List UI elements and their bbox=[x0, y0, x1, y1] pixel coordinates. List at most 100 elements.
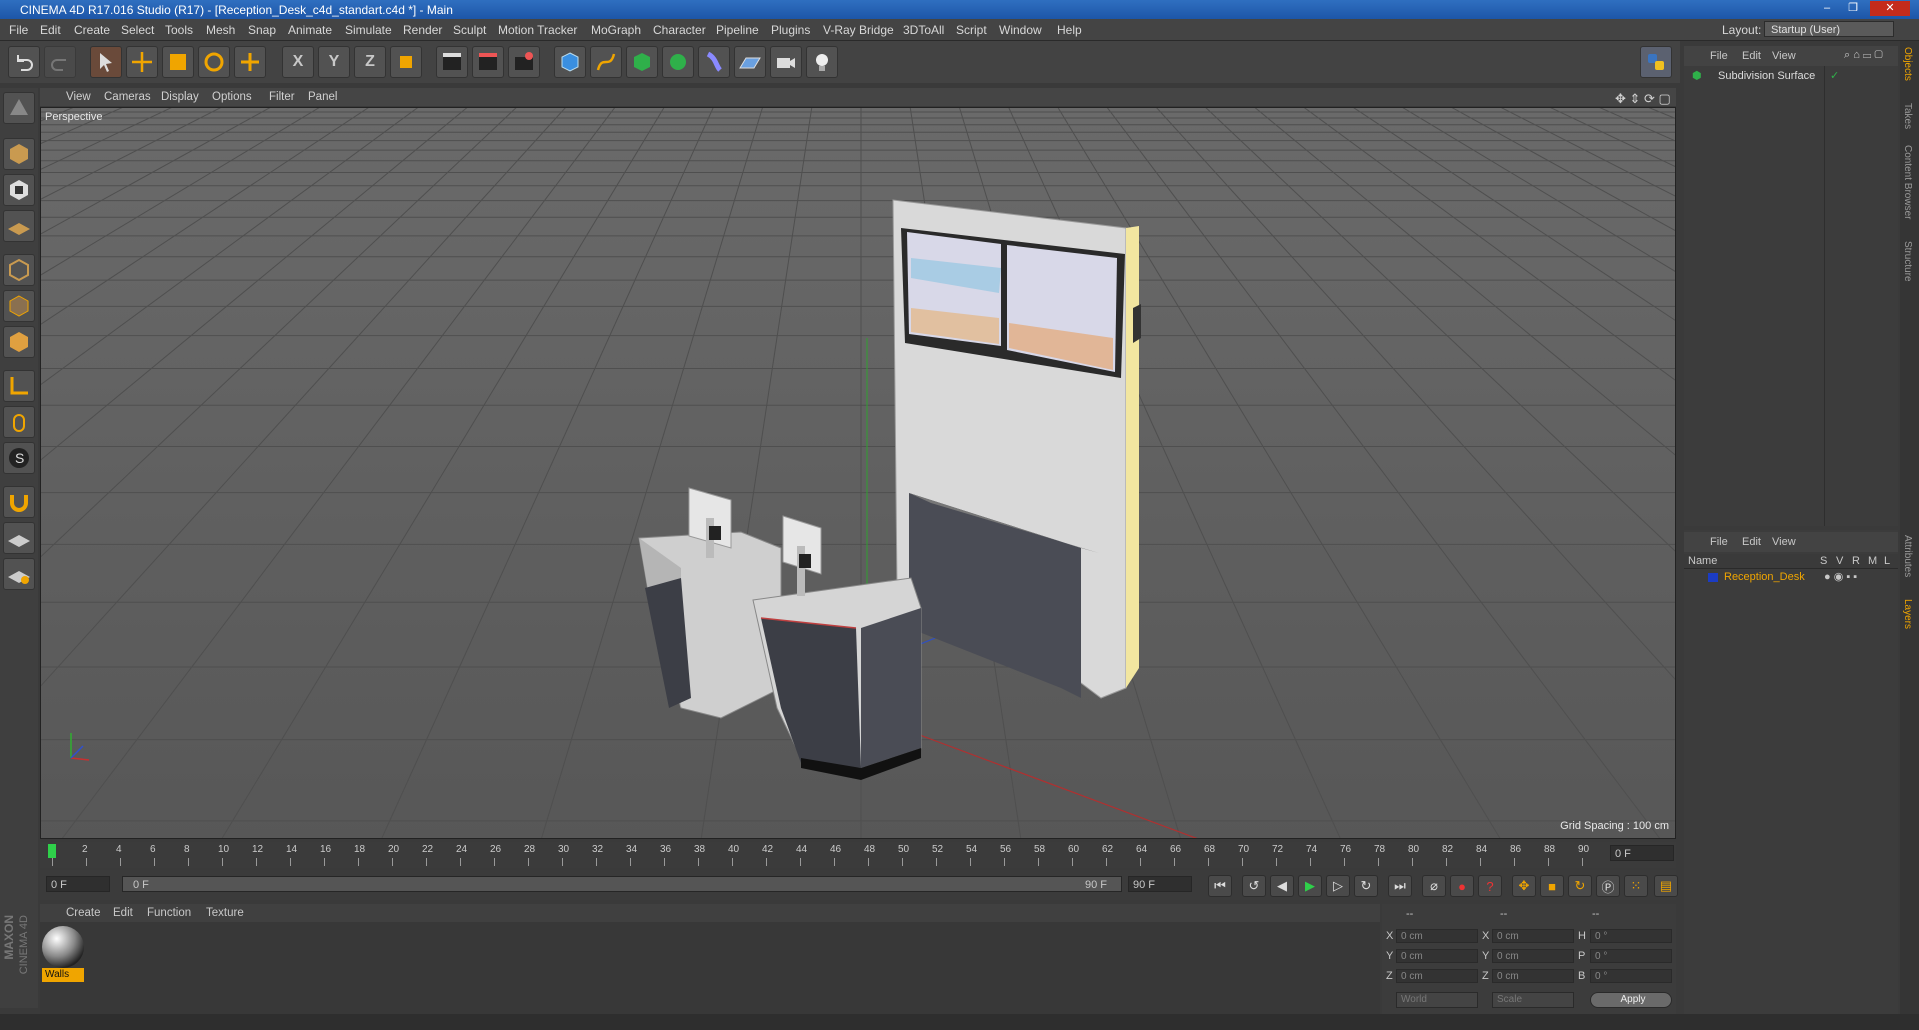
pos-z-field[interactable]: 0 cm bbox=[1396, 969, 1478, 983]
menu-select[interactable]: Select bbox=[121, 23, 154, 37]
timeline-window-button[interactable]: ▤ bbox=[1654, 875, 1678, 897]
undo-button[interactable] bbox=[8, 46, 40, 78]
frame-range-slider[interactable]: 0 F 90 F bbox=[122, 876, 1122, 892]
menu-plugins[interactable]: Plugins bbox=[771, 23, 810, 37]
layer-row[interactable]: Reception_Desk ● ◉ ▪ ▪ bbox=[1684, 570, 1898, 584]
vp-menu-panel[interactable]: Panel bbox=[308, 91, 337, 103]
vp-menu-view[interactable]: View bbox=[66, 91, 91, 103]
obj-search-icon[interactable]: ⌕ ⌂ ▭ ▢ bbox=[1844, 49, 1883, 62]
goto-end-button[interactable]: ⏭ bbox=[1388, 875, 1412, 897]
vp-menu-filter[interactable]: Filter bbox=[269, 91, 295, 103]
prev-key-button[interactable]: ↺ bbox=[1242, 875, 1266, 897]
vp-menu-options[interactable]: Options bbox=[212, 91, 252, 103]
edges-mode-button[interactable] bbox=[3, 290, 35, 322]
apply-button[interactable]: Apply bbox=[1590, 992, 1672, 1008]
key-rotation-button[interactable]: ↻ bbox=[1568, 875, 1592, 897]
menu-help[interactable]: Help bbox=[1057, 23, 1082, 37]
tab-takes[interactable]: Takes bbox=[1902, 103, 1913, 129]
mat-menu-texture[interactable]: Texture bbox=[206, 907, 244, 919]
lock-workplane-button[interactable] bbox=[3, 522, 35, 554]
menu-create[interactable]: Create bbox=[74, 23, 110, 37]
rot-b-field[interactable]: 0 ° bbox=[1590, 969, 1672, 983]
y-axis-button[interactable]: Y bbox=[318, 46, 350, 78]
add-generator-button[interactable] bbox=[626, 46, 658, 78]
tweak-mode-button[interactable] bbox=[3, 406, 35, 438]
add-light-button[interactable] bbox=[806, 46, 838, 78]
menu-pipeline[interactable]: Pipeline bbox=[716, 23, 759, 37]
pos-x-field[interactable]: 0 cm bbox=[1396, 929, 1478, 943]
coordinate-system-button[interactable] bbox=[390, 46, 422, 78]
play-button[interactable]: ▶ bbox=[1298, 875, 1322, 897]
viewport-nav-icons[interactable]: ✥ ⇕ ⟳ ▢ bbox=[1615, 91, 1671, 107]
render-view-button[interactable] bbox=[436, 46, 468, 78]
record-button[interactable]: ● bbox=[1450, 875, 1474, 897]
obj-menu-file[interactable]: File bbox=[1710, 50, 1728, 62]
next-frame-button[interactable]: ▷ bbox=[1326, 875, 1350, 897]
tab-objects[interactable]: Objects bbox=[1902, 47, 1913, 81]
add-camera-button[interactable] bbox=[770, 46, 802, 78]
menu-animate[interactable]: Animate bbox=[288, 23, 332, 37]
layer-toggles-icon[interactable]: ● ◉ ▪ ▪ bbox=[1824, 570, 1857, 583]
key-parameter-button[interactable]: Ⓟ bbox=[1596, 875, 1620, 897]
polygons-mode-button[interactable] bbox=[3, 326, 35, 358]
pos-y-field[interactable]: 0 cm bbox=[1396, 949, 1478, 963]
prev-frame-button[interactable]: ◀ bbox=[1270, 875, 1294, 897]
goto-start-button[interactable]: ⏮ bbox=[1208, 875, 1232, 897]
workplane-mode-button[interactable] bbox=[3, 210, 35, 242]
axis-mode-button[interactable] bbox=[3, 370, 35, 402]
end-frame-field[interactable]: 90 F bbox=[1128, 876, 1192, 892]
perspective-viewport[interactable]: Perspective Grid Spacing : 100 cm bbox=[40, 107, 1676, 839]
current-frame-field[interactable]: 0 F bbox=[1610, 845, 1674, 861]
vp-menu-display[interactable]: Display bbox=[161, 91, 199, 103]
model-mode-button[interactable] bbox=[3, 138, 35, 170]
tab-attributes[interactable]: Attributes bbox=[1902, 535, 1913, 577]
layout-dropdown[interactable]: Startup (User) bbox=[1764, 21, 1894, 37]
key-pla-button[interactable]: ⁙ bbox=[1624, 875, 1648, 897]
obj-menu-view[interactable]: View bbox=[1772, 50, 1796, 62]
size-y-field[interactable]: 0 cm bbox=[1492, 949, 1574, 963]
autokey-button[interactable]: ? bbox=[1478, 875, 1502, 897]
menu-file[interactable]: File bbox=[9, 23, 28, 37]
snap-button[interactable]: S bbox=[3, 442, 35, 474]
tab-structure[interactable]: Structure bbox=[1902, 241, 1913, 282]
rotate-tool-button[interactable] bbox=[198, 46, 230, 78]
minimize-button[interactable]: – bbox=[1816, 1, 1838, 16]
add-cube-button[interactable] bbox=[554, 46, 586, 78]
menu-window[interactable]: Window bbox=[999, 23, 1042, 37]
mat-menu-edit[interactable]: Edit bbox=[113, 907, 133, 919]
select-tool-button[interactable] bbox=[90, 46, 122, 78]
close-button[interactable]: ✕ bbox=[1870, 1, 1910, 16]
planar-workplane-button[interactable] bbox=[3, 558, 35, 590]
menu-render[interactable]: Render bbox=[403, 23, 442, 37]
object-row[interactable]: ⬢ Subdivision Surface ✓ bbox=[1684, 68, 1898, 84]
layer-menu-view[interactable]: View bbox=[1772, 536, 1796, 548]
magnet-button[interactable] bbox=[3, 486, 35, 518]
live-selection-button[interactable] bbox=[234, 46, 266, 78]
coord-system-dropdown[interactable]: World bbox=[1396, 992, 1478, 1008]
python-button[interactable] bbox=[1640, 46, 1672, 78]
mat-menu-create[interactable]: Create bbox=[66, 907, 101, 919]
tab-content-browser[interactable]: Content Browser bbox=[1902, 145, 1913, 219]
rot-h-field[interactable]: 0 ° bbox=[1590, 929, 1672, 943]
add-spline-button[interactable] bbox=[590, 46, 622, 78]
z-axis-button[interactable]: Z bbox=[354, 46, 386, 78]
layer-menu-edit[interactable]: Edit bbox=[1742, 536, 1761, 548]
coord-mode-dropdown[interactable]: Scale bbox=[1492, 992, 1574, 1008]
menu-mesh[interactable]: Mesh bbox=[206, 23, 235, 37]
layer-menu-file[interactable]: File bbox=[1710, 536, 1728, 548]
points-mode-button[interactable] bbox=[3, 254, 35, 286]
key-scale-button[interactable]: ■ bbox=[1540, 875, 1564, 897]
add-array-button[interactable] bbox=[662, 46, 694, 78]
move-tool-button[interactable] bbox=[126, 46, 158, 78]
menu-sculpt[interactable]: Sculpt bbox=[453, 23, 486, 37]
render-settings-button[interactable] bbox=[508, 46, 540, 78]
size-z-field[interactable]: 0 cm bbox=[1492, 969, 1574, 983]
size-x-field[interactable]: 0 cm bbox=[1492, 929, 1574, 943]
material-swatch[interactable]: Walls bbox=[42, 926, 84, 982]
key-position-button[interactable]: ✥ bbox=[1512, 875, 1536, 897]
make-editable-button[interactable] bbox=[3, 92, 35, 124]
tab-layers[interactable]: Layers bbox=[1902, 599, 1913, 629]
restore-button[interactable]: ❐ bbox=[1842, 1, 1864, 16]
keyframe-selection-button[interactable]: ⌀ bbox=[1422, 875, 1446, 897]
render-picture-viewer-button[interactable] bbox=[472, 46, 504, 78]
